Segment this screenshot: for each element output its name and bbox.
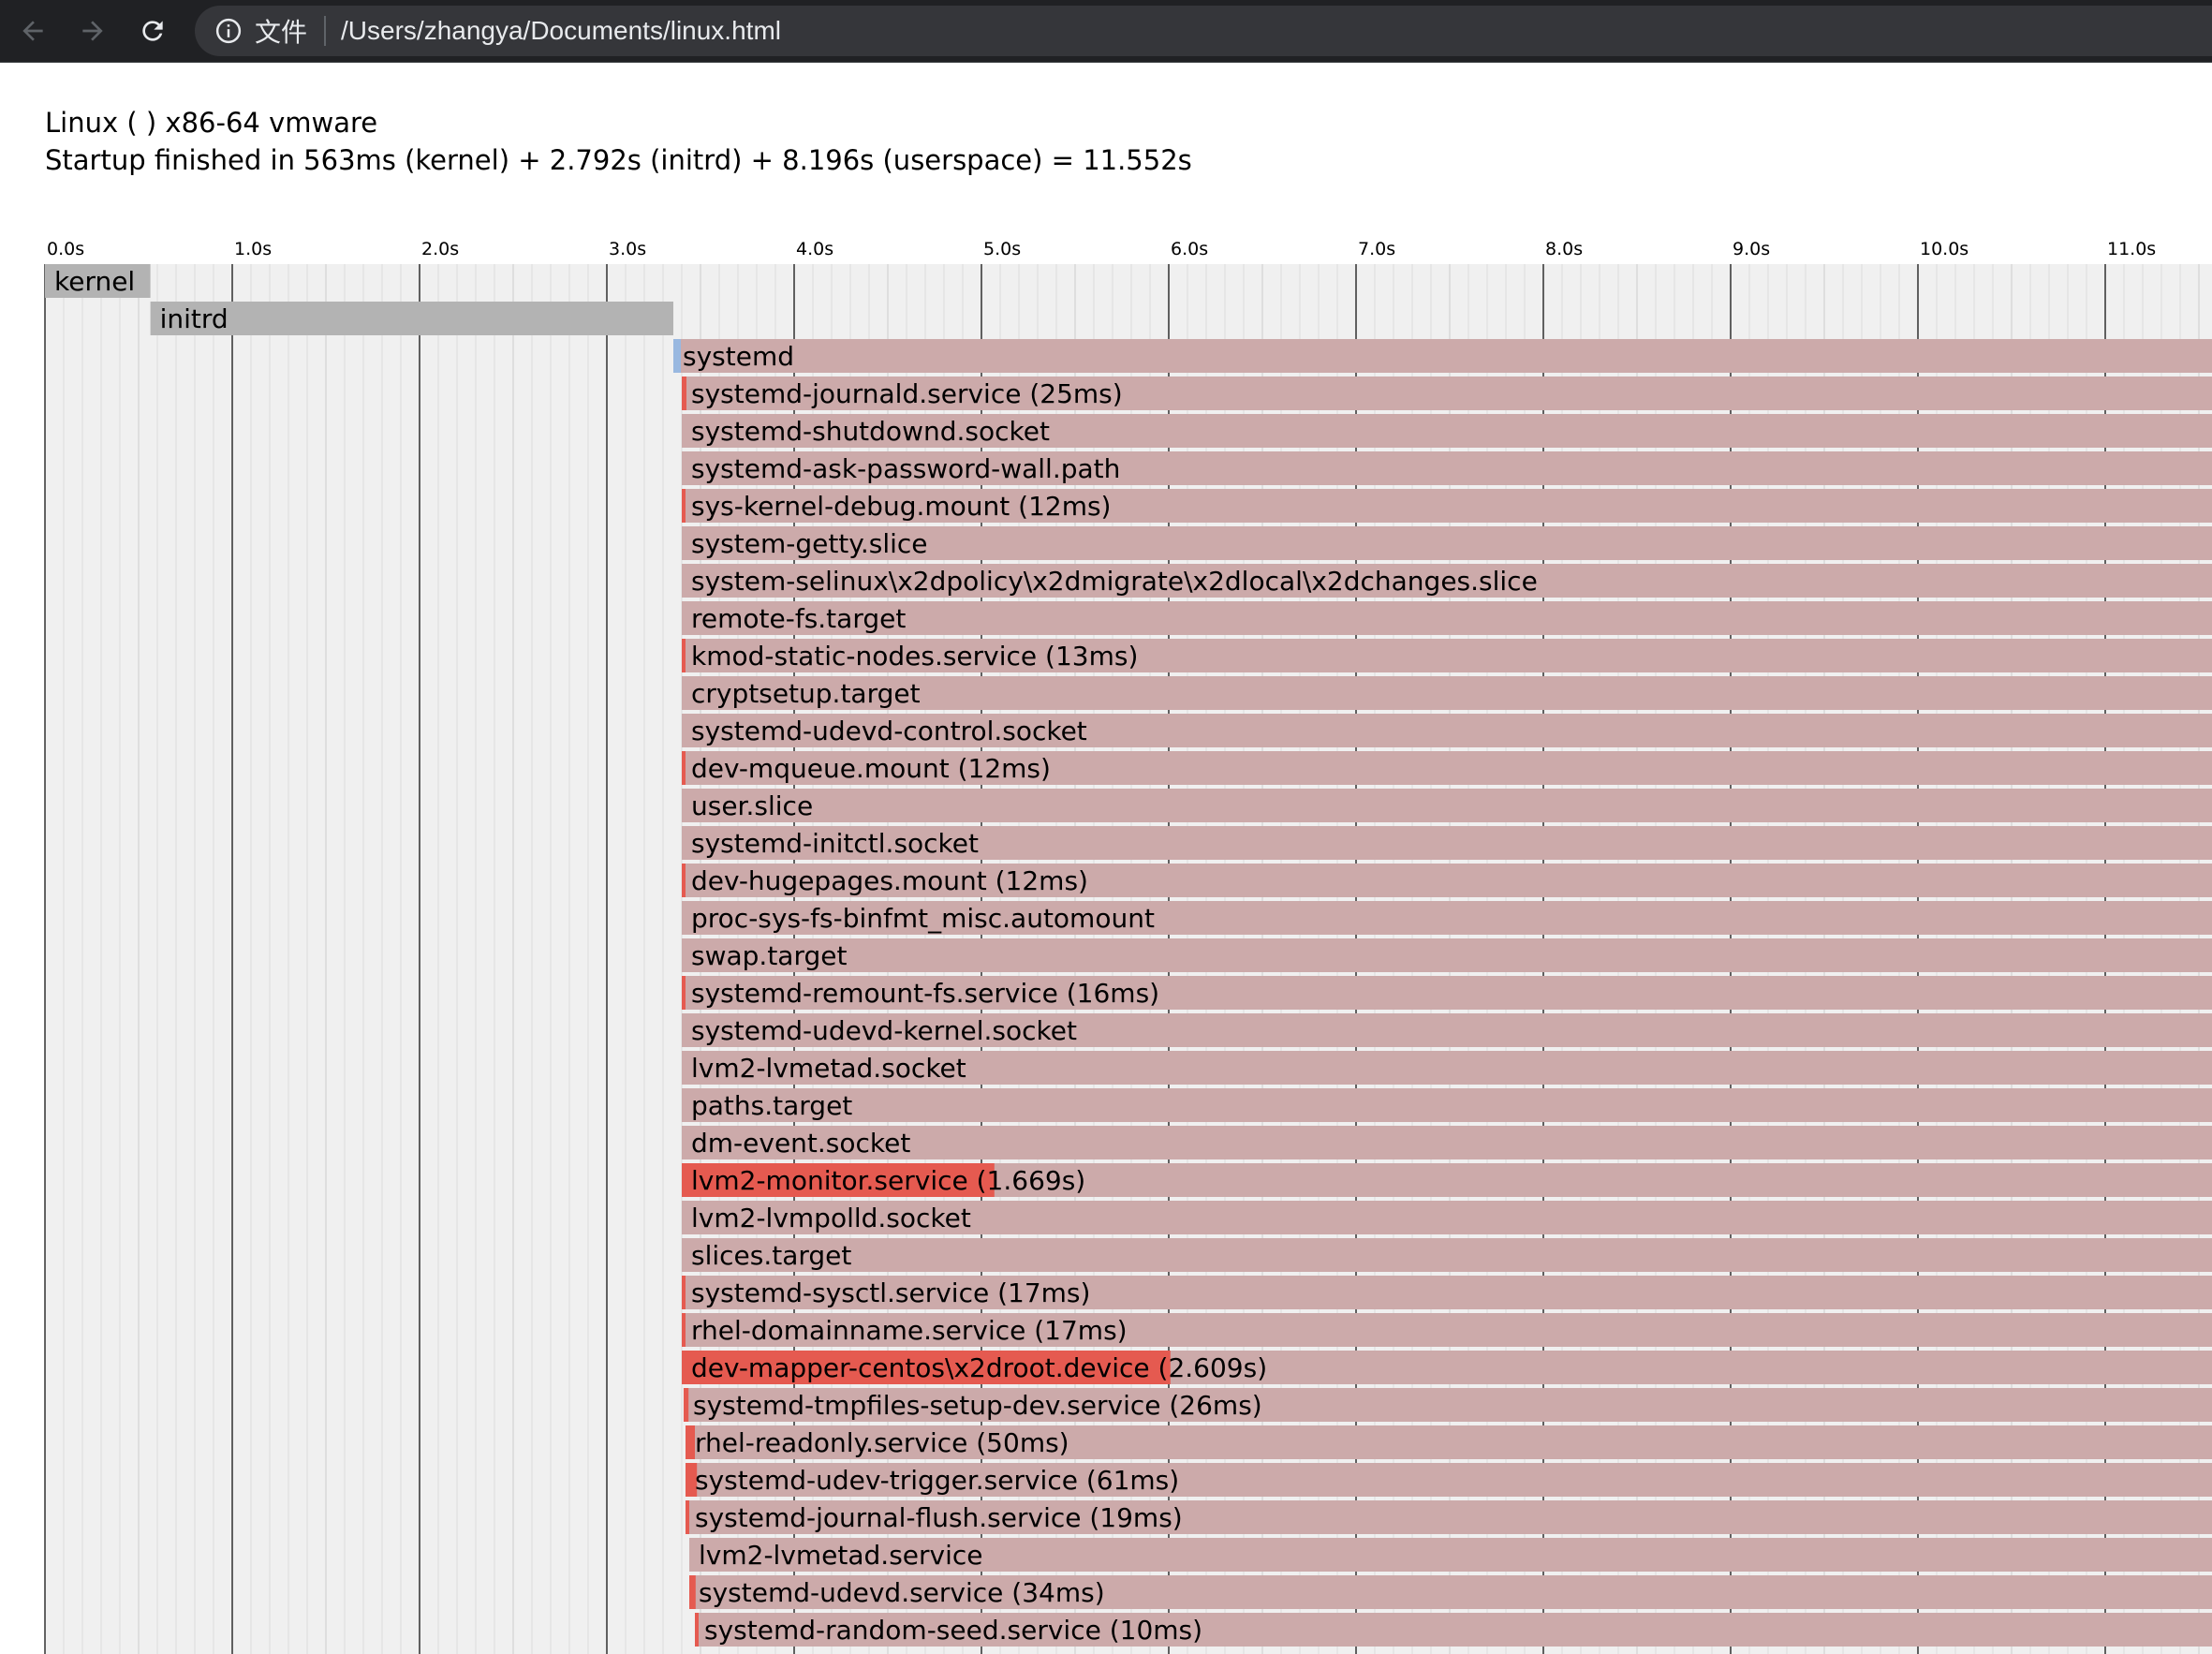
x-tick-label: 1.0s <box>234 239 272 259</box>
unit-label: slices.target <box>691 1240 851 1271</box>
x-tick-label: 6.0s <box>1171 239 1208 259</box>
x-tick-label: 8.0s <box>1545 239 1583 259</box>
unit-active-bar <box>682 938 2212 972</box>
unit-activating-bar <box>682 489 686 523</box>
address-bar[interactable]: 文件 /Users/zhangya/Documents/linux.html <box>195 6 2212 56</box>
unit-activating-bar <box>682 1313 686 1347</box>
x-tick-label: 5.0s <box>983 239 1021 259</box>
systemd-bar <box>673 339 2212 373</box>
systemd-label: systemd <box>683 341 794 372</box>
unit-activating-bar <box>682 1276 686 1309</box>
unit-label: rhel-domainname.service (17ms) <box>691 1315 1128 1346</box>
boot-chart: 0.0s 1.0s 2.0s 3.0s 4.0s 5.0s 6.0s 7.0s 8.0s 9.0s… <box>44 239 2212 1654</box>
unit-activating-bar <box>682 377 686 410</box>
unit-label: systemd-random-seed.service (10ms) <box>704 1615 1202 1646</box>
unit-label: systemd-initctl.socket <box>691 828 979 859</box>
x-tick-label: 9.0s <box>1733 239 1770 259</box>
unit-label: systemd-sysctl.service (17ms) <box>691 1277 1090 1308</box>
unit-label: system-getty.slice <box>691 528 928 559</box>
unit-label: proc-sys-fs-binfmt_misc.automount <box>691 903 1155 934</box>
info-icon[interactable] <box>214 16 243 46</box>
reload-icon <box>142 21 163 41</box>
x-tick-label: 4.0s <box>796 239 833 259</box>
unit-label: systemd-journald.service (25ms) <box>691 378 1123 409</box>
initrd-label: initrd <box>160 303 229 334</box>
unit-label: swap.target <box>691 940 847 971</box>
unit-label: paths.target <box>691 1090 852 1121</box>
unit-label: user.slice <box>691 790 813 821</box>
unit-label: systemd-ask-password-wall.path <box>691 453 1120 484</box>
scheme-label: 文件 <box>255 17 308 48</box>
x-tick-label: 2.0s <box>421 239 459 259</box>
unit-label: dm-event.socket <box>691 1128 910 1159</box>
unit-activating-bar <box>686 1500 689 1534</box>
unit-label: systemd-udevd-control.socket <box>691 716 1087 746</box>
unit-label: lvm2-lvmpolld.socket <box>691 1203 971 1233</box>
forward-button[interactable] <box>71 9 114 52</box>
unit-label: rhel-readonly.service (50ms) <box>695 1427 1069 1458</box>
unit-activating-bar <box>682 976 686 1010</box>
unit-activating-bar <box>682 751 686 785</box>
startup-summary: Startup finished in 563ms (kernel) + 2.7… <box>45 144 1192 176</box>
unit-active-bar <box>682 1238 2212 1272</box>
unit-activating-bar <box>682 639 686 672</box>
arrow-left-icon <box>22 21 43 41</box>
unit-label: systemd-shutdownd.socket <box>691 416 1050 447</box>
back-button[interactable] <box>11 9 54 52</box>
unit-label: system-selinux\x2dpolicy\x2dmigrate\x2dl… <box>691 566 1538 597</box>
unit-activating-bar <box>695 1613 699 1647</box>
unit-label: systemd-journal-flush.service (19ms) <box>695 1502 1183 1533</box>
unit-label: lvm2-lvmetad.socket <box>691 1053 966 1084</box>
unit-label: dev-hugepages.mount (12ms) <box>691 865 1088 896</box>
unit-label: dev-mapper-centos\x2droot.device (2.609s… <box>691 1352 1267 1383</box>
unit-label: systemd-tmpfiles-setup-dev.service (26ms… <box>693 1390 1262 1421</box>
unit-label: dev-mqueue.mount (12ms) <box>691 753 1051 784</box>
unit-label: systemd-remount-fs.service (16ms) <box>691 978 1159 1009</box>
unit-label: lvm2-monitor.service (1.669s) <box>691 1165 1085 1196</box>
unit-active-bar <box>682 601 2212 635</box>
unit-label: sys-kernel-debug.mount (12ms) <box>691 491 1111 522</box>
unit-activating-bar <box>682 864 686 897</box>
unit-label: cryptsetup.target <box>691 678 921 709</box>
unit-activating-bar <box>689 1575 696 1609</box>
unit-label: remote-fs.target <box>691 603 906 634</box>
unit-label: kmod-static-nodes.service (13ms) <box>691 641 1138 672</box>
unit-label: systemd-udevd-kernel.socket <box>691 1015 1077 1046</box>
unit-active-bar <box>682 1126 2212 1159</box>
arrow-right-icon <box>82 21 103 41</box>
unit-label: systemd-udev-trigger.service (61ms) <box>695 1465 1179 1496</box>
systemd-marker <box>673 339 681 373</box>
url-text[interactable]: /Users/zhangya/Documents/linux.html <box>341 16 781 46</box>
address-separator <box>324 16 327 46</box>
kernel-label: kernel <box>54 266 135 297</box>
x-tick-label: 3.0s <box>609 239 646 259</box>
unit-activating-bar <box>684 1388 689 1422</box>
x-tick-label: 10.0s <box>1920 239 1969 259</box>
unit-label: systemd-udevd.service (34ms) <box>699 1577 1105 1608</box>
x-tick-label: 7.0s <box>1358 239 1395 259</box>
reload-button[interactable] <box>131 9 174 52</box>
unit-activating-bar <box>686 1425 695 1459</box>
unit-active-bar <box>682 1088 2212 1122</box>
unit-active-bar <box>682 789 2212 822</box>
x-tick-label: 11.0s <box>2107 239 2156 259</box>
browser-toolbar: 文件 /Users/zhangya/Documents/linux.html <box>0 0 2212 62</box>
unit-label: lvm2-lvmetad.service <box>699 1540 983 1571</box>
x-tick-label: 0.0s <box>47 239 84 259</box>
initrd-bar <box>150 302 674 335</box>
system-info: Linux ( ) x86-64 vmware <box>45 107 378 139</box>
